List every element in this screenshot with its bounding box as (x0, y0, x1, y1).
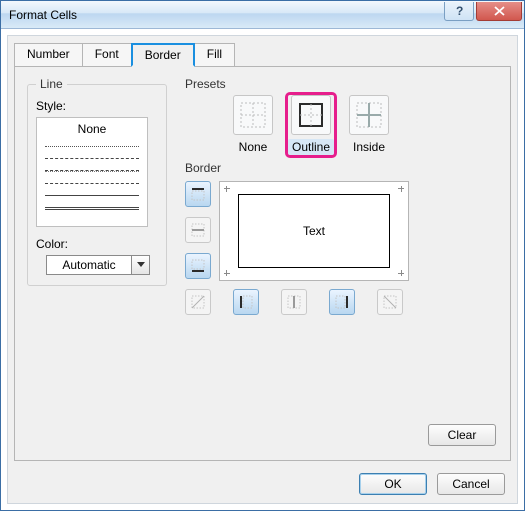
clear-button[interactable]: Clear (428, 424, 496, 446)
border-middle-h-button[interactable] (185, 217, 211, 243)
preset-none[interactable]: None (229, 95, 277, 155)
presets-group-label: Presets (185, 77, 226, 91)
line-style-option[interactable] (45, 170, 139, 172)
dialog-footer: OK Cancel (359, 473, 505, 495)
tab-font[interactable]: Font (82, 43, 132, 67)
help-button[interactable]: ? (444, 2, 474, 21)
border-bottom-button[interactable] (185, 253, 211, 279)
preset-none-icon (233, 95, 273, 135)
border-left-button[interactable] (233, 289, 259, 315)
client-area: Number Font Border Fill Line Style: None (7, 35, 518, 504)
preset-row: None Outline (229, 95, 498, 155)
tabstrip: Number Font Border Fill (14, 42, 517, 66)
window-controls: ? (442, 1, 524, 28)
line-color-value: Automatic (46, 255, 132, 275)
border-diag-up-button[interactable] (377, 289, 403, 315)
tab-page-border: Line Style: None (14, 66, 511, 461)
color-label: Color: (36, 237, 158, 251)
ok-button[interactable]: OK (359, 473, 427, 495)
preset-outline-label: Outline (288, 139, 334, 155)
preset-none-label: None (235, 139, 272, 155)
line-style-option[interactable] (45, 183, 139, 184)
titlebar: Format Cells ? (1, 1, 524, 29)
window-title: Format Cells (9, 8, 77, 22)
close-button[interactable] (476, 2, 522, 21)
format-cells-dialog: Format Cells ? Number Font Border Fill L… (0, 0, 525, 511)
line-column: Line Style: None (27, 77, 167, 315)
style-label: Style: (36, 99, 158, 113)
tab-fill[interactable]: Fill (194, 43, 235, 67)
preset-outline-icon (291, 95, 331, 135)
tab-number[interactable]: Number (14, 43, 83, 67)
tab-border[interactable]: Border (131, 43, 195, 67)
line-style-option[interactable] (45, 195, 139, 196)
svg-text:?: ? (456, 6, 463, 16)
border-section: Text (185, 181, 498, 315)
line-group: Line Style: None (27, 77, 167, 286)
right-column: Presets None (185, 77, 498, 315)
preset-inside[interactable]: Inside (345, 95, 393, 155)
border-group-label: Border (185, 161, 221, 175)
preview-cell: Text (238, 194, 390, 268)
border-right-button[interactable] (329, 289, 355, 315)
preset-inside-label: Inside (349, 139, 389, 155)
border-side-buttons (185, 181, 211, 281)
line-style-option[interactable] (45, 146, 139, 147)
border-bottom-buttons (185, 289, 498, 315)
border-middle-v-button[interactable] (281, 289, 307, 315)
line-style-none[interactable]: None (37, 118, 147, 140)
line-style-option[interactable] (45, 207, 139, 210)
cancel-button[interactable]: Cancel (437, 473, 505, 495)
border-top-button[interactable] (185, 181, 211, 207)
preset-outline[interactable]: Outline (287, 95, 335, 155)
chevron-down-icon[interactable] (132, 255, 150, 275)
line-style-list[interactable]: None (36, 117, 148, 227)
preview-text: Text (303, 224, 325, 238)
line-color-dropdown[interactable]: Automatic (46, 255, 158, 275)
border-preview: Text (219, 181, 409, 281)
line-group-label: Line (36, 77, 67, 91)
preset-inside-icon (349, 95, 389, 135)
line-style-option[interactable] (45, 158, 139, 159)
border-diag-down-button[interactable] (185, 289, 211, 315)
